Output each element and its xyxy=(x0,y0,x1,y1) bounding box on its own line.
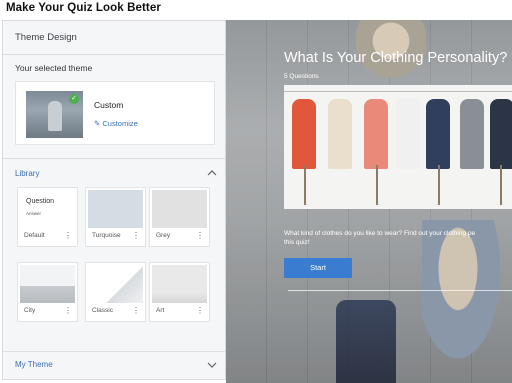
more-vert-icon[interactable]: ⋮ xyxy=(196,232,204,240)
divider xyxy=(3,351,225,352)
garment xyxy=(364,99,388,169)
garment xyxy=(460,99,484,169)
theme-tile-art[interactable]: Art ⋮ xyxy=(149,262,210,322)
background-legs xyxy=(336,300,396,383)
library-section-title[interactable]: Library xyxy=(15,169,39,178)
selected-theme-name: Custom xyxy=(94,100,124,110)
more-vert-icon[interactable]: ⋮ xyxy=(64,232,72,240)
garment xyxy=(292,99,316,169)
theme-label: City xyxy=(24,307,36,314)
customize-label: Customize xyxy=(102,119,138,128)
my-theme-section-title[interactable]: My Theme xyxy=(15,360,53,369)
question-count: 5 Questions xyxy=(284,73,319,80)
theme-label: Turquoise xyxy=(92,232,121,239)
theme-tile-grey[interactable]: Grey ⋮ xyxy=(149,187,210,247)
theme-tile-city[interactable]: City ⋮ xyxy=(17,262,78,322)
garment xyxy=(396,99,420,169)
stand xyxy=(376,165,378,205)
garment xyxy=(490,99,512,169)
theme-label: Art xyxy=(156,307,165,314)
theme-tile-default[interactable]: Question Answer Default ⋮ xyxy=(17,187,78,247)
customize-link[interactable]: ✎ Customize xyxy=(94,119,138,128)
more-vert-icon[interactable]: ⋮ xyxy=(132,307,140,315)
check-icon: ✓ xyxy=(69,94,79,104)
selected-theme-card[interactable]: ✓ Custom ✎ Customize xyxy=(15,81,215,145)
more-vert-icon[interactable]: ⋮ xyxy=(64,307,72,315)
preview-question: Question xyxy=(26,198,55,205)
selected-theme-label: Your selected theme xyxy=(15,63,93,73)
more-vert-icon[interactable]: ⋮ xyxy=(132,232,140,240)
description-line-1: What kind of clothes do you like to wear… xyxy=(284,230,476,237)
theme-panel: Theme Design Your selected theme ✓ Custo… xyxy=(2,20,226,380)
theme-label: Classic xyxy=(92,307,113,314)
more-vert-icon[interactable]: ⋮ xyxy=(196,307,204,315)
stand xyxy=(304,165,306,205)
divider-line xyxy=(288,290,512,291)
stand xyxy=(500,165,502,205)
clothing-rack xyxy=(284,91,512,92)
quiz-preview: What Is Your Clothing Personality? 5 Que… xyxy=(226,20,512,383)
page-title: Make Your Quiz Look Better xyxy=(6,2,161,14)
theme-label: Grey xyxy=(156,232,171,239)
theme-preview xyxy=(152,265,207,303)
stand xyxy=(438,165,440,205)
quiz-description: What kind of clothes do you like to wear… xyxy=(284,229,512,247)
garment xyxy=(426,99,450,169)
selected-theme-thumbnail: ✓ xyxy=(26,91,83,138)
chevron-up-icon[interactable] xyxy=(207,168,217,178)
preview-answer: Answer xyxy=(26,211,42,216)
quiz-title: What Is Your Clothing Personality? xyxy=(284,50,508,66)
theme-tile-classic[interactable]: Classic ⋮ xyxy=(85,262,146,322)
chevron-down-icon[interactable] xyxy=(207,360,217,370)
theme-preview: Question Answer xyxy=(20,190,75,228)
theme-preview xyxy=(152,190,207,228)
theme-preview xyxy=(88,265,143,303)
description-line-2: this quiz! xyxy=(284,239,310,246)
start-button[interactable]: Start xyxy=(284,258,352,278)
divider xyxy=(3,158,225,159)
theme-preview xyxy=(88,190,143,228)
panel-header: Theme Design xyxy=(3,21,225,55)
garment xyxy=(328,99,352,169)
theme-tile-turquoise[interactable]: Turquoise ⋮ xyxy=(85,187,146,247)
theme-preview xyxy=(20,265,75,303)
thumbnail-figure xyxy=(48,101,62,131)
theme-label: Default xyxy=(24,232,45,239)
quiz-cover-image xyxy=(284,85,512,209)
